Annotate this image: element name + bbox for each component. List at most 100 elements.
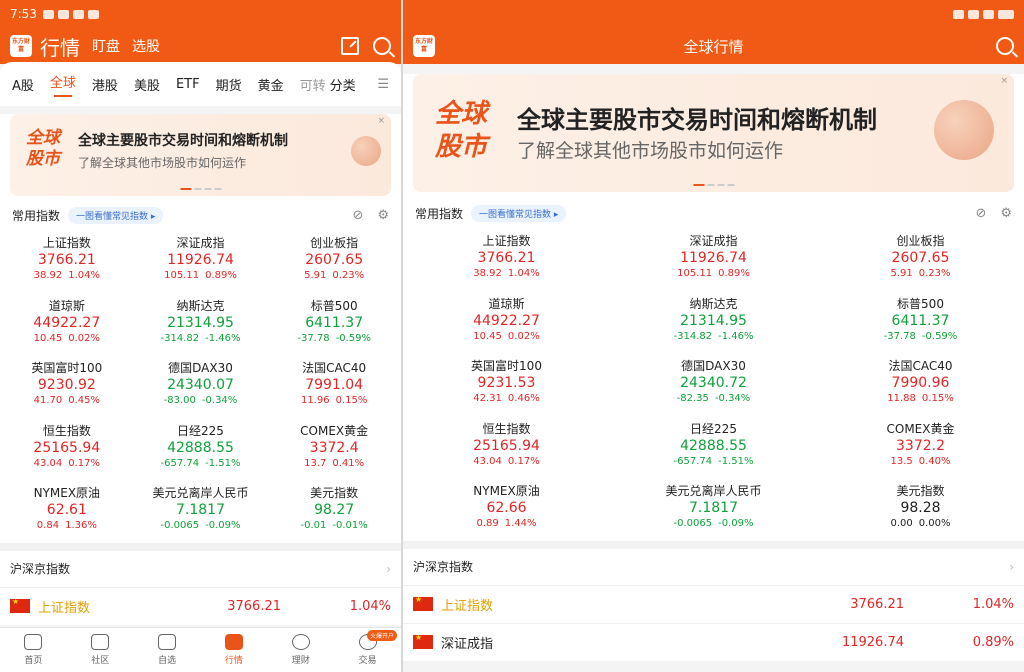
search-icon[interactable] xyxy=(996,37,1014,55)
index-cell[interactable]: 法国CAC40 7991.04 11.96 0.15% xyxy=(267,355,401,418)
nav-watchlist[interactable]: 自选 xyxy=(134,628,201,672)
nav-home[interactable]: 首页 xyxy=(0,628,67,672)
index-name: 创业板指 xyxy=(310,236,359,250)
index-cell[interactable]: 标普500 6411.37 -37.78 -0.59% xyxy=(817,291,1024,354)
nav-market[interactable]: 行情 xyxy=(200,628,267,672)
index-change-value: -314.82 xyxy=(673,330,713,342)
tab-convertible[interactable]: 可转 xyxy=(300,75,326,94)
index-change: -83.00 -0.34% xyxy=(134,395,268,406)
index-cell[interactable]: 纳斯达克 21314.95 -314.82 -1.46% xyxy=(610,291,817,354)
index-cell[interactable]: 美元指数 98.28 0.00 0.00% xyxy=(817,478,1024,541)
search-icon[interactable] xyxy=(373,37,391,55)
system-status-icons xyxy=(953,9,1014,19)
index-cell[interactable]: 创业板指 2607.65 5.91 0.23% xyxy=(817,228,1024,291)
index-change: 38.92 1.04% xyxy=(0,270,134,281)
index-name: 道琼斯 xyxy=(488,296,525,311)
list-item[interactable]: 上证指数 3766.21 1.04% xyxy=(403,584,1024,623)
settings-icon[interactable]: ⚙ xyxy=(377,208,389,223)
index-change: 0.00 0.00% xyxy=(817,518,1024,529)
indices-guide-link[interactable]: 一图看懂常见指数 ▸ xyxy=(68,206,164,224)
index-price: 21314.95 xyxy=(167,314,234,331)
index-cell[interactable]: 深证成指 11926.74 105.11 0.89% xyxy=(134,230,268,293)
index-cell[interactable]: COMEX黄金 3372.2 13.5 0.40% xyxy=(817,416,1024,479)
index-change-value: -314.82 xyxy=(160,332,200,344)
index-cell[interactable]: NYMEX原油 62.61 0.84 1.36% xyxy=(0,480,134,543)
index-cell[interactable]: 英国富时100 9231.53 42.31 0.46% xyxy=(403,353,610,416)
index-name: 深证成指 xyxy=(176,236,225,250)
index-cell[interactable]: 德国DAX30 24340.07 -83.00 -0.34% xyxy=(134,355,268,418)
tab-etf[interactable]: ETF xyxy=(176,77,200,92)
indices-guide-link[interactable]: 一图看懂常见指数 ▸ xyxy=(471,204,567,222)
index-cell[interactable]: 法国CAC40 7990.96 11.88 0.15% xyxy=(817,353,1024,416)
tab-global[interactable]: 全球 xyxy=(50,72,76,97)
index-cell[interactable]: NYMEX原油 62.66 0.89 1.44% xyxy=(403,478,610,541)
index-cell[interactable]: 德国DAX30 24340.72 -82.35 -0.34% xyxy=(610,353,817,416)
list-item[interactable]: 深证成指 11926.74 0.89% xyxy=(403,622,1024,661)
tab-futures[interactable]: 期货 xyxy=(216,75,242,94)
promo-banner[interactable]: 全球 股市 全球主要股市交易时间和熔断机制 了解全球其他市场股市如何运作 × xyxy=(413,74,1014,192)
index-cell[interactable]: 深证成指 11926.74 105.11 0.89% xyxy=(610,228,817,291)
list-item[interactable]: 上证指数 3766.21 1.04% xyxy=(0,586,401,625)
index-cell[interactable]: 道琼斯 44922.27 10.45 0.02% xyxy=(403,291,610,354)
index-cell[interactable]: 上证指数 3766.21 38.92 1.04% xyxy=(0,230,134,293)
banner-close-button[interactable]: × xyxy=(1000,76,1008,86)
index-cell[interactable]: 日经225 42888.55 -657.74 -1.51% xyxy=(610,416,817,479)
list-section-header[interactable]: 沪深京指数 › xyxy=(403,548,1024,585)
index-cell[interactable]: 创业板指 2607.65 5.91 0.23% xyxy=(267,230,401,293)
index-change-percent: 0.15% xyxy=(921,393,954,404)
tab-a-shares[interactable]: A股 xyxy=(12,75,34,94)
index-price: 42888.55 xyxy=(167,439,234,456)
tab-hk[interactable]: 港股 xyxy=(92,75,118,94)
nav-trade[interactable]: 交易 火爆开户 xyxy=(334,628,401,672)
tab-category[interactable]: 分类 xyxy=(330,75,356,94)
index-cell[interactable]: 美元兑离岸人民币 7.1817 -0.0065 -0.09% xyxy=(610,478,817,541)
index-change-value: 0.89 xyxy=(476,518,499,529)
promo-banner[interactable]: 全球 股市 全球主要股市交易时间和熔断机制 了解全球其他市场股市如何运作 × xyxy=(10,114,391,196)
index-change-percent: 0.45% xyxy=(68,395,101,406)
index-change: -37.78 -0.59% xyxy=(817,331,1024,342)
index-name: 纳斯达克 xyxy=(176,298,225,313)
status-icons xyxy=(42,9,99,19)
index-price: 3766.21 xyxy=(37,252,96,268)
index-cell[interactable]: 日经225 42888.55 -657.74 -1.51% xyxy=(134,418,268,481)
index-cell[interactable]: 美元兑离岸人民币 7.1817 -0.0065 -0.09% xyxy=(134,480,268,543)
index-cell[interactable]: COMEX黄金 3372.4 13.7 0.41% xyxy=(267,418,401,481)
index-cell[interactable]: 恒生指数 25165.94 43.04 0.17% xyxy=(0,418,134,481)
index-cell[interactable]: 标普500 6411.37 -37.78 -0.59% xyxy=(267,293,401,356)
tab-us[interactable]: 美股 xyxy=(134,75,160,94)
index-change-percent: -0.34% xyxy=(201,395,238,406)
list-item-name: 上证指数 xyxy=(38,600,91,616)
wifi-icon xyxy=(983,9,994,19)
banner-close-button[interactable]: × xyxy=(377,116,385,126)
header-tab-watch[interactable]: 盯盘 xyxy=(92,36,120,56)
index-change: -314.82 -1.46% xyxy=(610,331,817,342)
index-cell[interactable]: 上证指数 3766.21 38.92 1.04% xyxy=(403,228,610,291)
index-price: 9231.53 xyxy=(477,375,536,391)
index-cell[interactable]: 恒生指数 25165.94 43.04 0.17% xyxy=(403,416,610,479)
indices-grid: 上证指数 3766.21 38.92 1.04% 深证成指 11926.74 105.11 0… xyxy=(0,230,401,543)
index-change: -657.74 -1.51% xyxy=(134,458,268,469)
index-change-percent: -0.09% xyxy=(205,520,241,531)
left-content: 全球 股市 全球主要股市交易时间和熔断机制 了解全球其他市场股市如何运作 × 常用… xyxy=(0,114,401,543)
index-change: 0.84 1.36% xyxy=(0,520,134,531)
share-icon[interactable] xyxy=(341,37,359,55)
index-name: 美元指数 xyxy=(310,486,359,500)
index-price: 9230.92 xyxy=(37,377,96,393)
menu-icon[interactable]: ☰ xyxy=(377,77,389,92)
index-cell[interactable]: 纳斯达克 21314.95 -314.82 -1.46% xyxy=(134,293,268,356)
header-tab-screener[interactable]: 选股 xyxy=(132,36,160,56)
index-cell[interactable]: 道琼斯 44922.27 10.45 0.02% xyxy=(0,293,134,356)
edit-icon[interactable]: ⊘ xyxy=(975,206,986,221)
index-cell[interactable]: 美元指数 98.27 -0.01 -0.01% xyxy=(267,480,401,543)
edit-icon[interactable]: ⊘ xyxy=(352,208,363,223)
index-change-value: 43.04 xyxy=(33,457,63,469)
index-change-value: 38.92 xyxy=(33,270,63,281)
list-section-header[interactable]: 沪深京指数 › xyxy=(0,550,401,587)
tab-gold[interactable]: 黄金 xyxy=(258,75,284,94)
page-title: 行情 xyxy=(40,35,80,60)
index-cell[interactable]: 英国富时100 9230.92 41.70 0.45% xyxy=(0,355,134,418)
nav-community[interactable]: 社区 xyxy=(67,628,134,672)
nav-wealth[interactable]: 理财 xyxy=(267,628,334,672)
settings-icon[interactable]: ⚙ xyxy=(1000,206,1012,221)
wechat-icon xyxy=(42,9,54,19)
